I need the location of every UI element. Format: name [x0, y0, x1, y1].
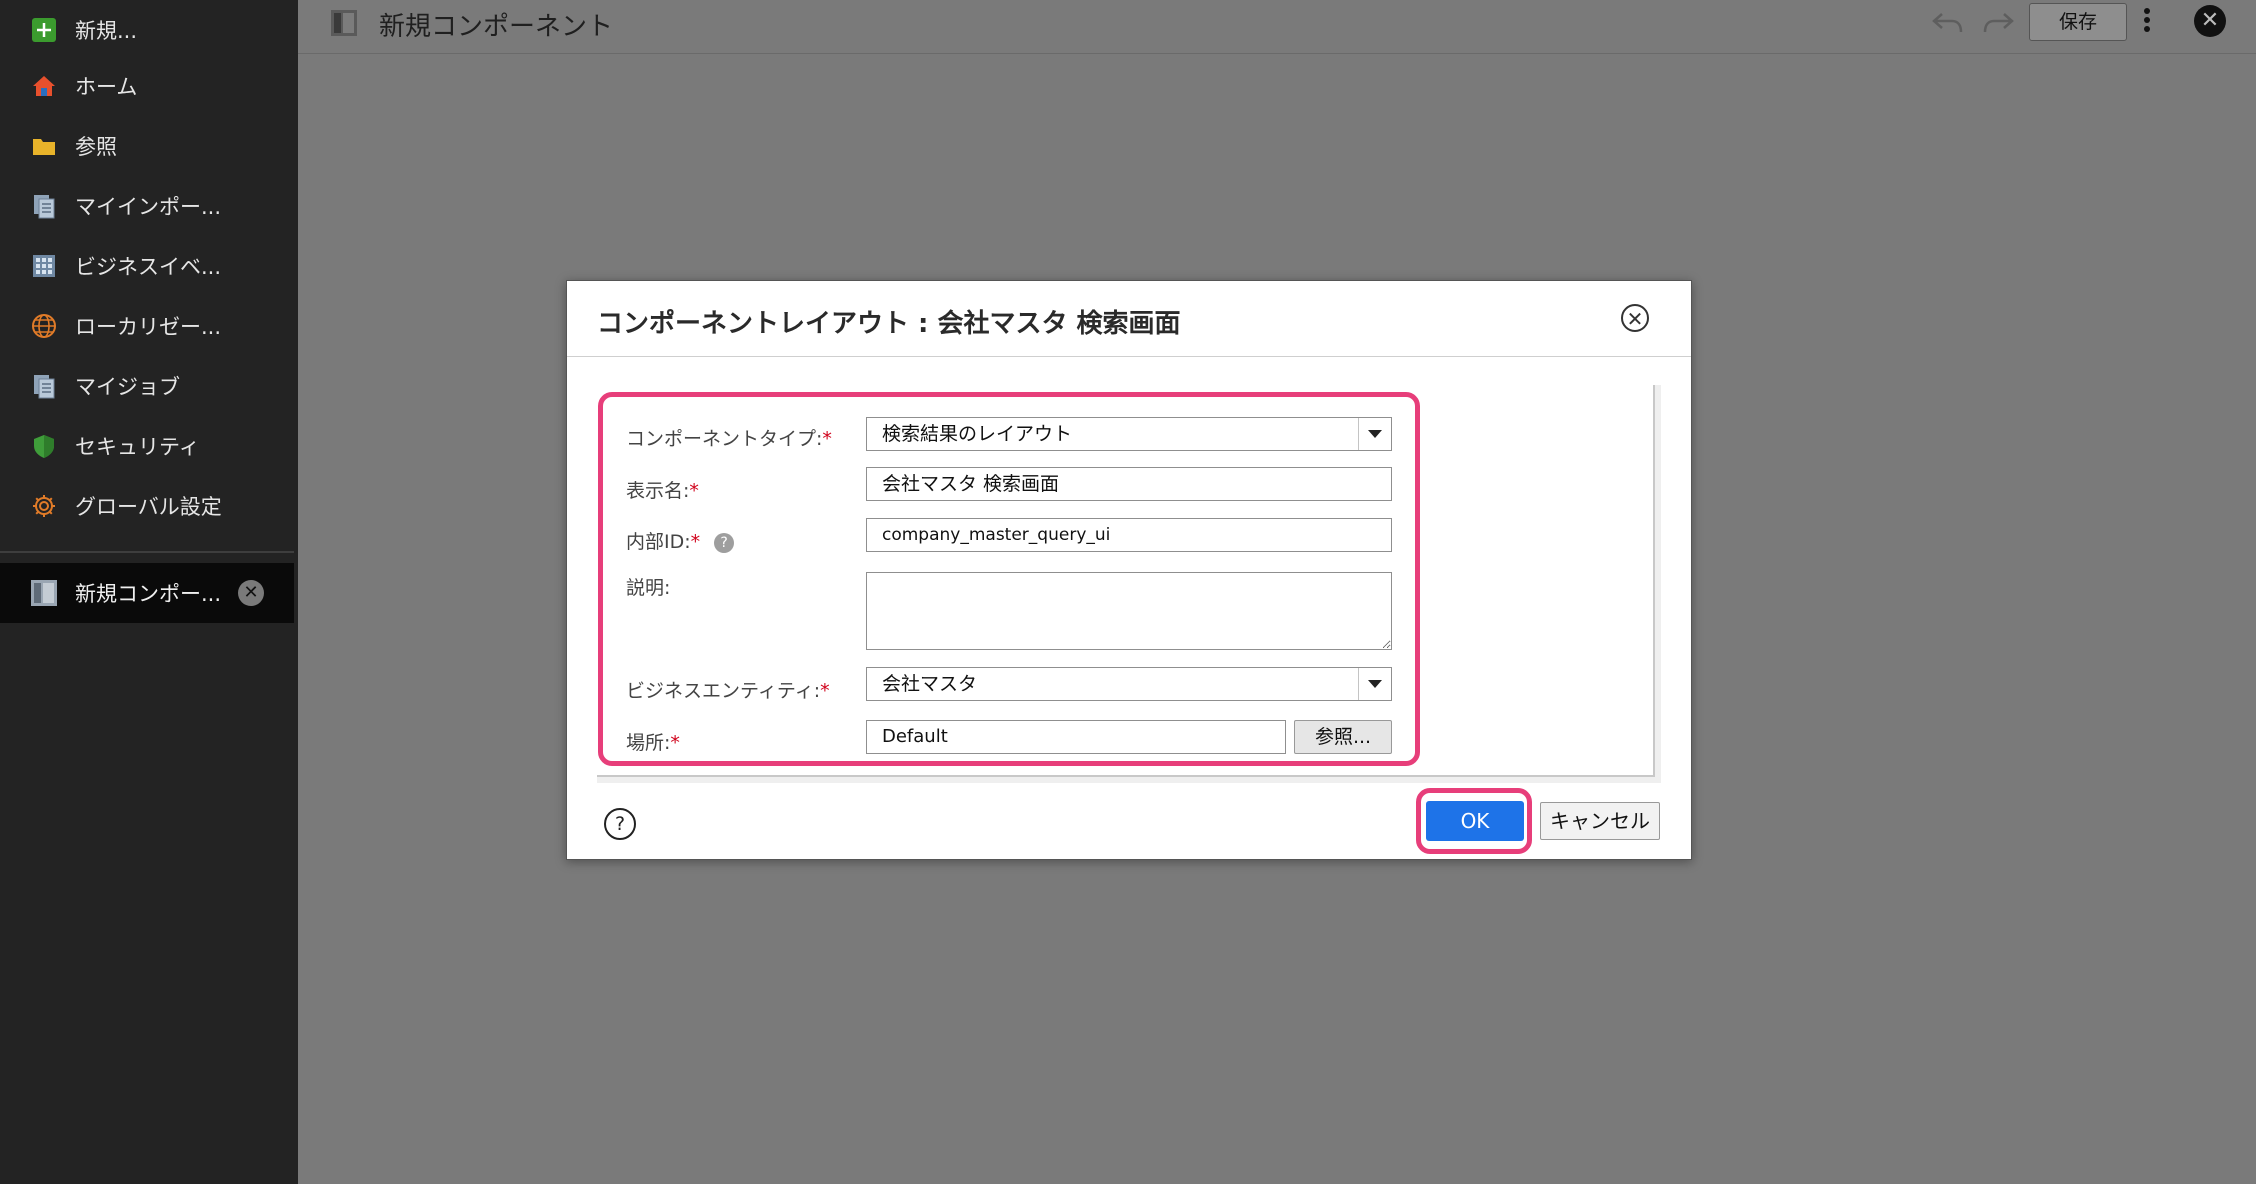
- sidebar-item-label: マイジョブ: [75, 375, 180, 399]
- gear-icon: [29, 491, 59, 521]
- redo-icon[interactable]: [1982, 8, 2016, 38]
- close-editor-icon[interactable]: ✕: [2194, 5, 2226, 37]
- document-icon: [29, 191, 59, 221]
- page-title: 新規コンポーネント: [379, 12, 614, 42]
- close-tab-icon[interactable]: ✕: [238, 580, 264, 606]
- sidebar-item-my-imports[interactable]: マイインポー...: [0, 176, 298, 236]
- ok-button[interactable]: OK: [1426, 801, 1524, 841]
- plus-icon: [29, 15, 59, 45]
- display-name-label: 表示名:*: [626, 480, 699, 502]
- business-entity-value: 会社マスタ: [882, 673, 978, 695]
- sidebar-item-label: ホーム: [75, 75, 138, 99]
- sidebar-divider: [0, 551, 294, 553]
- grid-icon: [29, 251, 59, 281]
- close-dialog-icon[interactable]: ✕: [1621, 304, 1649, 332]
- cancel-button[interactable]: キャンセル: [1540, 802, 1660, 840]
- location-field[interactable]: Default: [866, 720, 1286, 754]
- topbar: 新規コンポーネント 保存 ✕: [298, 0, 2256, 54]
- sidebar-item-browse[interactable]: 参照: [0, 116, 298, 176]
- sidebar-item-business-events[interactable]: ビジネスイベ...: [0, 236, 298, 296]
- help-icon[interactable]: ?: [604, 808, 636, 840]
- sidebar-item-global-settings[interactable]: グローバル設定: [0, 476, 298, 536]
- description-label: 説明:: [626, 577, 671, 599]
- save-button[interactable]: 保存: [2029, 3, 2127, 41]
- chevron-down-icon[interactable]: [1358, 668, 1391, 700]
- description-field[interactable]: [866, 572, 1392, 650]
- globe-icon: [29, 311, 59, 341]
- sidebar-item-label: 新規...: [75, 19, 138, 43]
- undo-icon[interactable]: [1930, 8, 1964, 38]
- chevron-down-icon[interactable]: [1358, 418, 1391, 450]
- internal-id-field[interactable]: company_master_query_ui: [866, 518, 1392, 552]
- sidebar-item-label: ローカリゼー...: [75, 315, 222, 339]
- sidebar-item-new[interactable]: 新規...: [0, 0, 298, 60]
- more-options-icon[interactable]: [2141, 8, 2153, 38]
- sidebar-item-my-jobs[interactable]: マイジョブ: [0, 356, 298, 416]
- sidebar-item-label: グローバル設定: [75, 495, 222, 519]
- internal-id-label: 内部ID:*?: [626, 527, 735, 554]
- component-type-value: 検索結果のレイアウト: [882, 423, 1073, 445]
- layout-icon: [29, 578, 59, 608]
- dialog-header: コンポーネントレイアウト : 会社マスタ 検索画面 ✕: [567, 281, 1691, 357]
- sidebar-item-label: ビジネスイベ...: [75, 255, 222, 279]
- sidebar-item-home[interactable]: ホーム: [0, 56, 298, 116]
- sidebar-item-label: セキュリティ: [75, 435, 200, 459]
- sidebar: 新規... ホーム 参照 マイインポー... ビジネスイベ... ローカリゼー.…: [0, 0, 298, 1184]
- internal-id-value: company_master_query_ui: [882, 525, 1111, 545]
- browse-button[interactable]: 参照...: [1294, 720, 1392, 754]
- document-icon: [29, 371, 59, 401]
- home-icon: [29, 71, 59, 101]
- sidebar-item-security[interactable]: セキュリティ: [0, 416, 298, 476]
- open-tab-new-component[interactable]: 新規コンポー... ✕: [0, 563, 294, 623]
- location-label: 場所:*: [626, 732, 680, 754]
- folder-icon: [29, 131, 59, 161]
- open-tab-label: 新規コンポー...: [75, 582, 222, 606]
- help-icon[interactable]: ?: [714, 532, 735, 553]
- business-entity-select[interactable]: 会社マスタ: [866, 667, 1392, 701]
- layout-icon: [330, 9, 358, 37]
- shield-icon: [29, 431, 59, 461]
- sidebar-item-label: マイインポー...: [75, 195, 222, 219]
- component-type-select[interactable]: 検索結果のレイアウト: [866, 417, 1392, 451]
- business-entity-label: ビジネスエンティティ:*: [626, 680, 830, 702]
- display-name-value: 会社マスタ 検索画面: [882, 473, 1060, 495]
- sidebar-item-label: 参照: [75, 135, 117, 159]
- component-type-label: コンポーネントタイプ:*: [626, 428, 832, 450]
- component-layout-dialog: コンポーネントレイアウト : 会社マスタ 検索画面 ✕: [566, 280, 1692, 860]
- display-name-field[interactable]: 会社マスタ 検索画面: [866, 467, 1392, 501]
- dialog-title: コンポーネントレイアウト : 会社マスタ 検索画面: [597, 309, 1181, 339]
- location-value: Default: [882, 726, 948, 747]
- sidebar-item-localization[interactable]: ローカリゼー...: [0, 296, 298, 356]
